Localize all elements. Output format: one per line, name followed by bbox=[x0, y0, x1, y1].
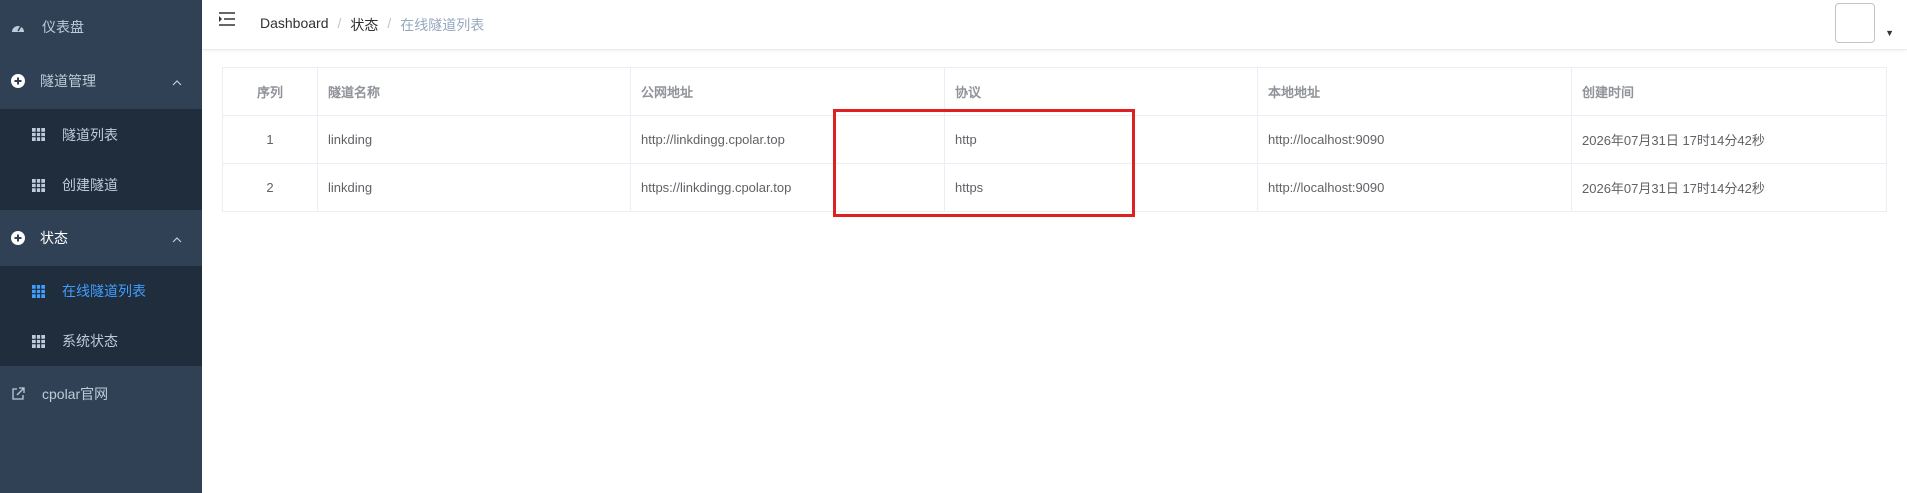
breadcrumb: Dashboard / 状态 / 在线隧道列表 bbox=[260, 15, 484, 35]
avatar[interactable] bbox=[1835, 3, 1875, 43]
sidebar: 仪表盘 隧道管理 隧道列表 创建隧道 状态 在线隧道列表 系统状态 cpolar… bbox=[0, 0, 202, 493]
chevron-up-icon bbox=[172, 73, 182, 89]
sidebar-item-dashboard[interactable]: 仪表盘 bbox=[0, 0, 202, 53]
column-header: 序列 bbox=[222, 67, 318, 116]
sidebar-item-tunnel-management[interactable]: 隧道管理 bbox=[0, 53, 202, 109]
table-cell: http://localhost:9090 bbox=[1257, 115, 1572, 164]
sidebar-item-system-status[interactable]: 系统状态 bbox=[0, 316, 202, 366]
breadcrumb-item[interactable]: 状态 bbox=[350, 15, 378, 35]
chevron-up-icon bbox=[172, 230, 182, 246]
sidebar-item-create-tunnel[interactable]: 创建隧道 bbox=[0, 160, 202, 210]
table-cell: http://localhost:9090 bbox=[1257, 163, 1572, 212]
table-icon bbox=[32, 334, 45, 348]
sidebar-item-cpolar-website[interactable]: cpolar官网 bbox=[0, 366, 202, 422]
column-header: 隧道名称 bbox=[317, 67, 631, 116]
plus-circle-icon bbox=[11, 74, 25, 88]
sidebar-item-label: 隧道列表 bbox=[62, 126, 118, 143]
table-cell: 2026年07月31日 17时14分42秒 bbox=[1571, 115, 1887, 164]
dashboard-icon bbox=[11, 20, 25, 34]
table-cell: linkding bbox=[317, 115, 631, 164]
table-icon bbox=[32, 128, 45, 141]
column-header: 本地地址 bbox=[1257, 67, 1572, 116]
sidebar-item-label: 状态 bbox=[40, 230, 68, 246]
navbar: Dashboard / 状态 / 在线隧道列表 ▼ bbox=[202, 0, 1907, 50]
plus-circle-icon bbox=[11, 231, 25, 245]
highlight-box bbox=[833, 109, 1135, 217]
table-cell: 2 bbox=[222, 163, 318, 212]
table-cell: 1 bbox=[222, 115, 318, 164]
breadcrumb-item[interactable]: Dashboard bbox=[260, 15, 329, 35]
sidebar-item-online-tunnel-list[interactable]: 在线隧道列表 bbox=[0, 266, 202, 316]
sidebar-item-status[interactable]: 状态 bbox=[0, 210, 202, 266]
sidebar-item-label: 隧道管理 bbox=[40, 73, 96, 89]
sidebar-item-label: 在线隧道列表 bbox=[62, 283, 146, 299]
column-header: 创建时间 bbox=[1571, 67, 1887, 116]
breadcrumb-separator: / bbox=[337, 15, 342, 31]
caret-down-icon[interactable]: ▼ bbox=[1885, 28, 1894, 38]
breadcrumb-item: 在线隧道列表 bbox=[400, 17, 485, 33]
sidebar-item-label: cpolar官网 bbox=[42, 386, 109, 402]
table-cell: linkding bbox=[317, 163, 631, 212]
table-icon bbox=[32, 284, 45, 298]
table-icon bbox=[32, 178, 45, 192]
main-content: Dashboard / 状态 / 在线隧道列表 ▼ 序列 隧道名称 公网地址 协… bbox=[202, 0, 1907, 493]
breadcrumb-separator: / bbox=[387, 15, 392, 31]
table-cell: 2026年07月31日 17时14分42秒 bbox=[1571, 163, 1887, 212]
hamburger-icon[interactable] bbox=[219, 12, 235, 31]
sidebar-item-label: 创建隧道 bbox=[62, 177, 118, 193]
sidebar-item-label: 仪表盘 bbox=[42, 18, 84, 35]
external-link-icon bbox=[11, 387, 25, 401]
sidebar-item-tunnel-list[interactable]: 隧道列表 bbox=[0, 109, 202, 160]
sidebar-item-label: 系统状态 bbox=[62, 333, 118, 349]
